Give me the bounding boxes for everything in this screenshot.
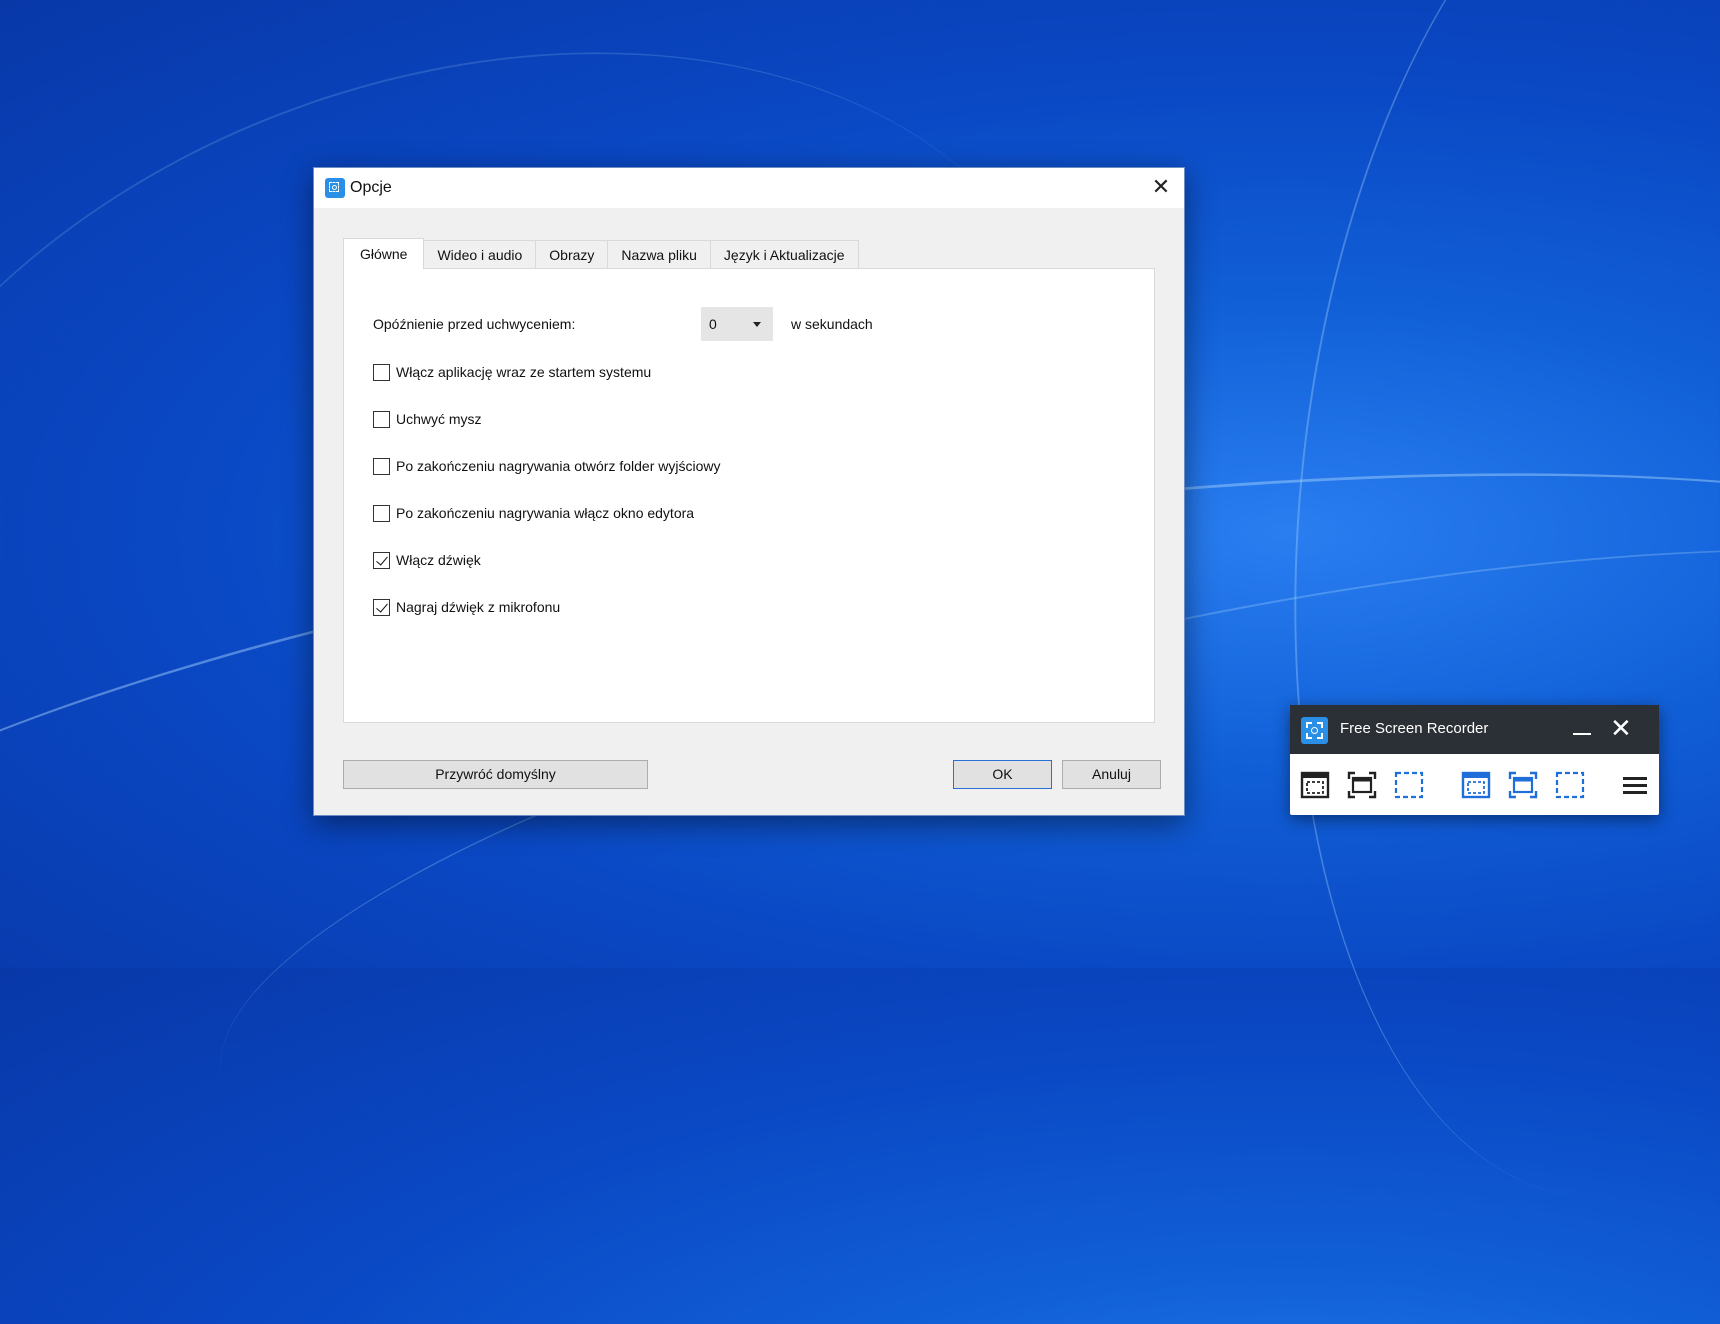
recorder-tools <box>1290 754 1659 815</box>
free-screen-recorder-toolbar: Free Screen Recorder ✕ <box>1290 705 1659 815</box>
tab-jezyk-i-aktualizacje[interactable]: Język i Aktualizacje <box>710 240 859 268</box>
option-open-editor[interactable]: Po zakończeniu nagrywania włącz okno edy… <box>373 502 694 524</box>
option-label: Po zakończeniu nagrywania otwórz folder … <box>396 458 721 474</box>
tab-obrazy[interactable]: Obrazy <box>536 240 609 268</box>
option-label: Włącz dźwięk <box>396 552 481 568</box>
record-window-icon[interactable] <box>1508 770 1538 800</box>
dialog-title: Opcje <box>350 179 392 196</box>
option-label: Po zakończeniu nagrywania włącz okno edy… <box>396 505 695 521</box>
chevron-down-icon <box>753 322 761 327</box>
checkbox[interactable] <box>373 551 390 569</box>
option-label: Nagraj dźwięk z mikrofonu <box>396 599 561 615</box>
menu-icon[interactable] <box>1620 770 1650 800</box>
checkbox[interactable] <box>373 504 390 522</box>
recorder-logo-icon <box>1301 717 1328 744</box>
close-icon[interactable]: ✕ <box>1610 715 1632 741</box>
option-enable-sound[interactable]: Włącz dźwięk <box>373 549 481 571</box>
restore-defaults-button[interactable]: Przywróć domyślny <box>343 760 648 789</box>
options-dialog: Opcje ✕ Główne Wideo i audio Obrazy Nazw… <box>313 167 1185 816</box>
tab-panel-glowne: Opóźnienie przed uchwyceniem: 0 w sekund… <box>343 268 1155 723</box>
app-logo-icon <box>325 178 345 198</box>
screenshot-fullscreen-icon[interactable] <box>1300 770 1330 800</box>
option-capture-mouse[interactable]: Uchwyć mysz <box>373 408 482 430</box>
checkbox[interactable] <box>373 410 390 428</box>
record-fullscreen-icon[interactable] <box>1461 770 1491 800</box>
tab-bar: Główne Wideo i audio Obrazy Nazwa pliku … <box>343 238 859 269</box>
dialog-titlebar[interactable]: Opcje ✕ <box>314 168 1184 208</box>
checkbox[interactable] <box>373 457 390 475</box>
close-icon[interactable]: ✕ <box>1138 168 1184 208</box>
record-region-icon[interactable] <box>1555 770 1585 800</box>
delay-unit-label: w sekundach <box>791 316 873 332</box>
delay-value: 0 <box>709 316 717 332</box>
delay-select[interactable]: 0 <box>701 307 773 341</box>
recorder-titlebar[interactable]: Free Screen Recorder ✕ <box>1290 705 1659 754</box>
option-open-output-folder[interactable]: Po zakończeniu nagrywania otwórz folder … <box>373 455 720 477</box>
minimize-icon[interactable] <box>1573 733 1591 735</box>
checkbox[interactable] <box>373 598 390 616</box>
delay-label: Opóźnienie przed uchwyceniem: <box>373 316 576 332</box>
screenshot-window-icon[interactable] <box>1347 770 1377 800</box>
cancel-button[interactable]: Anuluj <box>1062 760 1161 789</box>
recorder-title: Free Screen Recorder <box>1340 720 1489 737</box>
ok-button[interactable]: OK <box>953 760 1052 789</box>
option-record-microphone[interactable]: Nagraj dźwięk z mikrofonu <box>373 596 560 618</box>
option-autostart[interactable]: Włącz aplikację wraz ze startem systemu <box>373 361 651 383</box>
checkbox[interactable] <box>373 363 390 381</box>
tab-nazwa-pliku[interactable]: Nazwa pliku <box>608 240 711 268</box>
tab-glowne[interactable]: Główne <box>343 238 425 269</box>
wallpaper-streak <box>1228 0 1720 1233</box>
tab-wideo-i-audio[interactable]: Wideo i audio <box>424 240 537 268</box>
option-label: Włącz aplikację wraz ze startem systemu <box>396 364 652 380</box>
screenshot-region-icon[interactable] <box>1394 770 1424 800</box>
option-label: Uchwyć mysz <box>396 411 482 427</box>
